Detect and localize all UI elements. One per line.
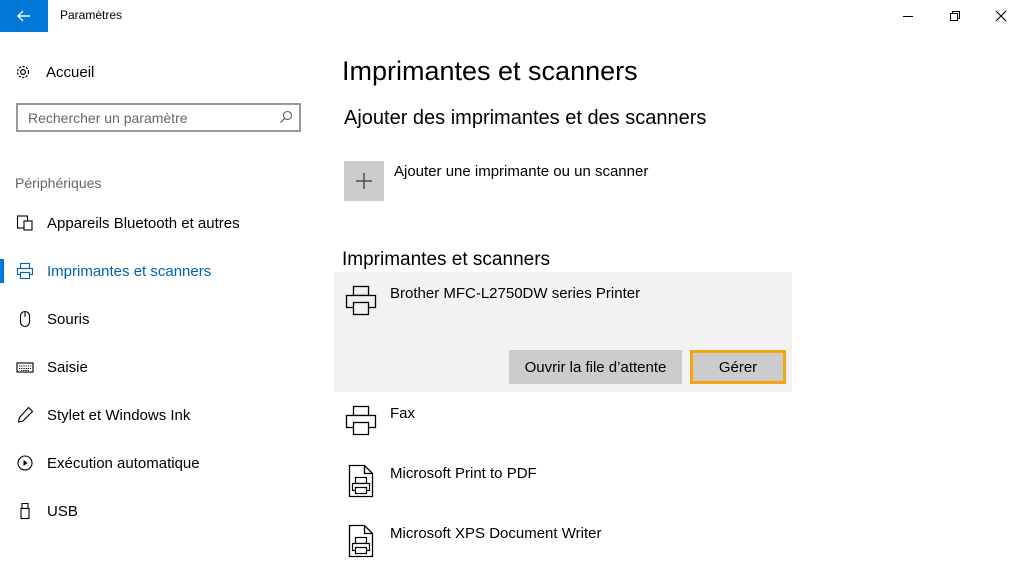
manage-button[interactable]: Gérer xyxy=(690,350,786,384)
sidebar-item-pen[interactable]: Stylet et Windows Ink xyxy=(0,401,320,429)
close-icon xyxy=(995,10,1007,22)
add-printer-button[interactable] xyxy=(344,161,384,201)
sidebar-item-label: Souris xyxy=(47,310,90,328)
plus-icon xyxy=(356,173,372,189)
restore-icon xyxy=(950,11,960,21)
back-button[interactable] xyxy=(0,0,48,32)
sidebar-item-printers[interactable]: Imprimantes et scanners xyxy=(0,257,320,285)
document-printer-icon xyxy=(348,464,374,498)
active-indicator xyxy=(0,259,4,283)
sidebar-item-usb[interactable]: USB xyxy=(0,497,320,525)
sidebar-item-label: Stylet et Windows Ink xyxy=(47,406,191,424)
search-box[interactable] xyxy=(16,103,301,132)
sidebar-item-label: Imprimantes et scanners xyxy=(47,262,212,280)
minimize-button[interactable] xyxy=(885,0,931,32)
open-queue-button[interactable]: Ouvrir la file d’attente xyxy=(509,350,682,384)
device-name: Microsoft Print to PDF xyxy=(390,465,537,482)
document-printer-icon xyxy=(348,524,374,558)
mouse-icon xyxy=(16,310,34,328)
add-section-title: Ajouter des imprimantes et des scanners xyxy=(344,107,707,129)
sidebar-item-bluetooth[interactable]: Appareils Bluetooth et autres xyxy=(0,209,320,237)
printer-icon xyxy=(345,405,377,436)
sidebar-item-label: Appareils Bluetooth et autres xyxy=(47,214,240,232)
autoplay-icon xyxy=(16,454,34,472)
device-name: Brother MFC-L2750DW series Printer xyxy=(390,285,641,302)
printer-icon xyxy=(16,262,34,280)
usb-icon xyxy=(16,502,34,520)
pen-icon xyxy=(16,406,34,424)
sidebar-section-title: Périphériques xyxy=(15,175,102,191)
sidebar-item-typing[interactable]: Saisie xyxy=(0,353,320,381)
add-printer-label[interactable]: Ajouter une imprimante ou un scanner xyxy=(394,163,648,180)
search-input[interactable] xyxy=(28,109,268,127)
bluetooth-devices-icon xyxy=(16,214,34,232)
minimize-icon xyxy=(903,16,913,17)
back-arrow-icon xyxy=(17,10,30,22)
device-name: Microsoft XPS Document Writer xyxy=(390,525,602,542)
keyboard-icon xyxy=(16,358,34,376)
search-icon[interactable] xyxy=(279,110,293,124)
home-label: Accueil xyxy=(46,63,95,81)
sidebar-item-autoplay[interactable]: Exécution automatique xyxy=(0,449,320,477)
printer-icon xyxy=(345,285,377,316)
title-bar: Paramètres xyxy=(0,0,1022,32)
sidebar-item-label: Saisie xyxy=(47,358,88,376)
gear-icon xyxy=(16,65,30,79)
sidebar-item-label: USB xyxy=(47,502,78,520)
device-name: Fax xyxy=(390,405,416,422)
page-title: Imprimantes et scanners xyxy=(342,56,638,86)
sidebar-item-label: Exécution automatique xyxy=(47,454,200,472)
sidebar-item-mouse[interactable]: Souris xyxy=(0,305,320,333)
list-section-title: Imprimantes et scanners xyxy=(342,249,551,270)
restore-button[interactable] xyxy=(932,0,978,32)
close-button[interactable] xyxy=(978,0,1022,32)
window-title: Paramètres xyxy=(60,8,123,22)
home-link[interactable]: Accueil xyxy=(14,60,94,84)
